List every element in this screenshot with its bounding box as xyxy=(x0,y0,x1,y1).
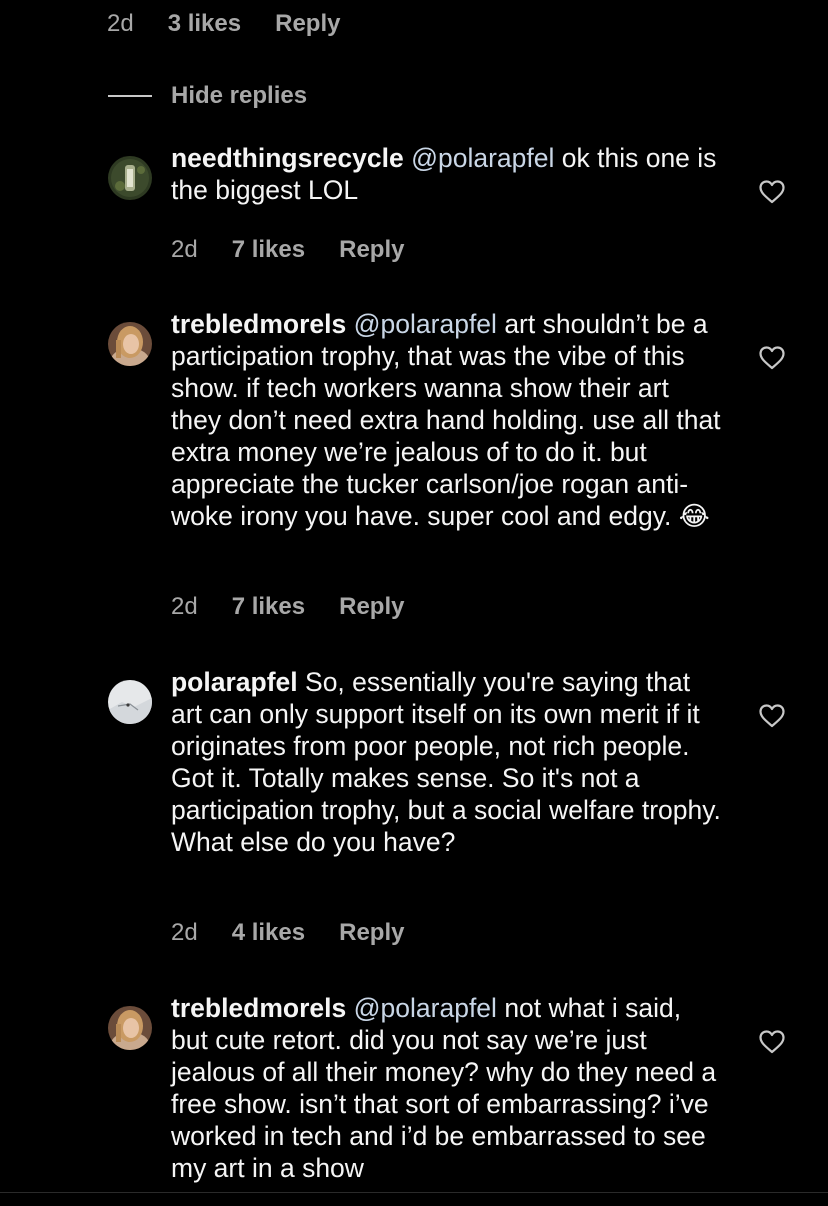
comment-time: 2d xyxy=(171,236,198,263)
comment-text: trebledmorels @polarapfel not what i sai… xyxy=(171,992,723,1184)
comment-mention[interactable]: @polarapfel xyxy=(411,143,554,173)
reply-button[interactable]: Reply xyxy=(339,236,404,264)
comment-mention[interactable]: @polarapfel xyxy=(354,993,497,1023)
comment-likes[interactable]: 4 likes xyxy=(232,919,305,947)
like-heart-icon[interactable] xyxy=(759,704,785,728)
comment-time: 2d xyxy=(171,593,198,620)
comment-likes[interactable]: 3 likes xyxy=(168,10,241,38)
comment-username[interactable]: needthingsrecycle xyxy=(171,143,404,173)
hide-replies-line xyxy=(108,95,152,97)
hide-replies-label: Hide replies xyxy=(171,82,308,109)
comment-meta: 2d 7 likes Reply xyxy=(171,234,404,266)
comment-text: needthingsrecycle @polarapfel ok this on… xyxy=(171,142,723,206)
like-heart-icon[interactable] xyxy=(759,180,785,204)
avatar[interactable] xyxy=(108,680,152,724)
comment-time: 2d xyxy=(171,919,198,946)
bottom-divider xyxy=(0,1192,828,1193)
comment-content: art shouldn’t be a participation trophy,… xyxy=(171,309,721,531)
comment-time: 2d xyxy=(107,10,134,37)
reply-button[interactable]: Reply xyxy=(275,10,340,38)
avatar[interactable] xyxy=(108,322,152,366)
laughing-emoji: 😂 xyxy=(678,501,710,531)
previous-comment-meta: 2d 3 likes Reply xyxy=(107,8,340,40)
comment-likes[interactable]: 7 likes xyxy=(232,236,305,264)
avatar[interactable] xyxy=(108,156,152,200)
hide-replies-button[interactable]: Hide replies xyxy=(108,80,307,112)
comment-username[interactable]: trebledmorels xyxy=(171,309,346,339)
comment-meta: 2d 7 likes Reply xyxy=(171,591,404,623)
like-heart-icon[interactable] xyxy=(759,1030,785,1054)
comment-mention[interactable]: @polarapfel xyxy=(354,309,497,339)
comment-username[interactable]: polarapfel xyxy=(171,667,298,697)
like-heart-icon[interactable] xyxy=(759,346,785,370)
comment-likes[interactable]: 7 likes xyxy=(232,593,305,621)
avatar[interactable] xyxy=(108,1006,152,1050)
comment-meta: 2d 4 likes Reply xyxy=(171,917,404,949)
comment-text: polarapfel So, essentially you're saying… xyxy=(171,666,723,858)
comment-username[interactable]: trebledmorels xyxy=(171,993,346,1023)
comment-text: trebledmorels @polarapfel art shouldn’t … xyxy=(171,308,723,532)
reply-button[interactable]: Reply xyxy=(339,919,404,947)
reply-button[interactable]: Reply xyxy=(339,593,404,621)
